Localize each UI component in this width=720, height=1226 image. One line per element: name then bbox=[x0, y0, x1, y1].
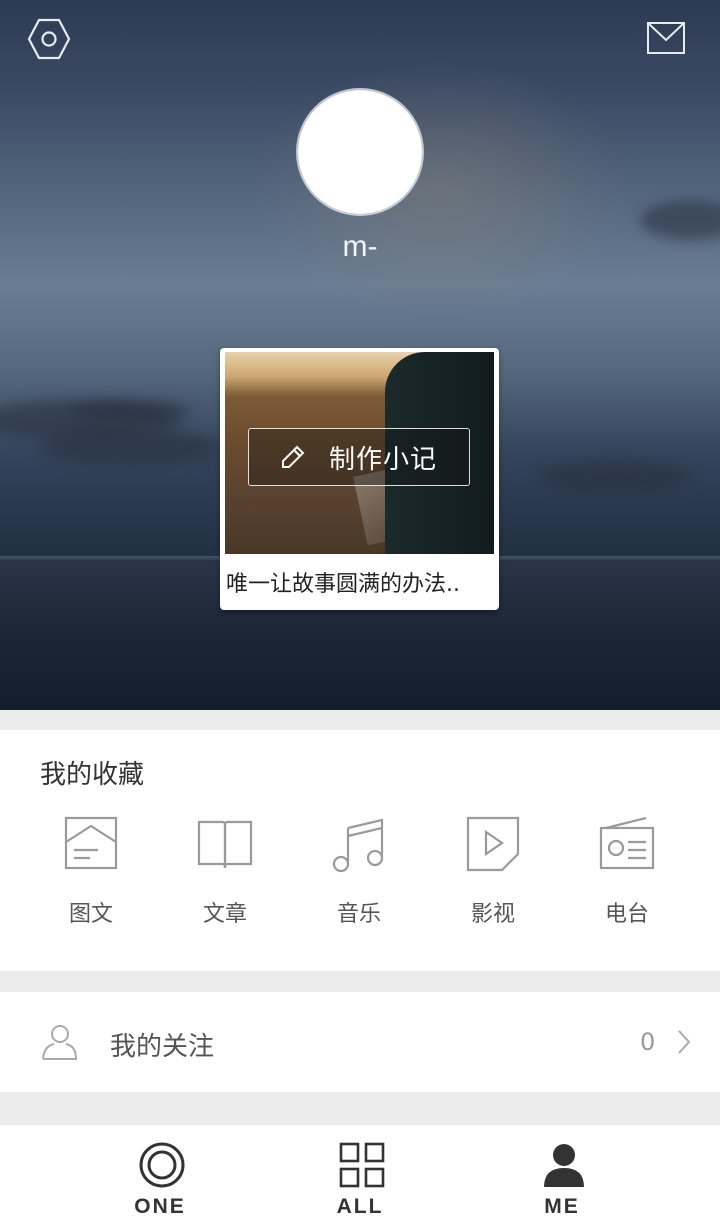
messages-button[interactable] bbox=[646, 18, 686, 58]
favorites-item-label: 图文 bbox=[68, 902, 113, 927]
music-note-icon bbox=[332, 818, 384, 873]
cloud bbox=[640, 200, 720, 240]
one-circle-icon bbox=[139, 1142, 185, 1188]
video-play-icon bbox=[466, 816, 520, 872]
avatar[interactable] bbox=[298, 90, 422, 214]
pencil-icon bbox=[282, 445, 305, 468]
make-note-button[interactable]: 制作小记 bbox=[248, 428, 470, 486]
favorites-section: 我的收藏 图文 文章 音乐 影视 电台 bbox=[0, 730, 720, 971]
person-icon bbox=[544, 1144, 584, 1187]
settings-button[interactable] bbox=[26, 16, 72, 62]
radio-icon bbox=[599, 816, 655, 870]
cloud bbox=[40, 430, 220, 464]
envelope-icon bbox=[647, 22, 685, 54]
favorites-item-radio[interactable]: 电台 bbox=[572, 814, 682, 934]
nav-tab-label: ONE bbox=[134, 1195, 186, 1218]
nav-tab-label: ALL bbox=[336, 1195, 384, 1218]
favorites-title: 我的收藏 bbox=[40, 760, 145, 790]
book-icon bbox=[197, 820, 253, 869]
favorites-item-music[interactable]: 音乐 bbox=[304, 814, 414, 934]
favorites-item-video[interactable]: 影视 bbox=[438, 814, 548, 934]
nav-tab-one[interactable]: ONE bbox=[80, 1125, 240, 1226]
nav-tab-all[interactable]: ALL bbox=[280, 1125, 440, 1226]
picture-text-icon bbox=[64, 816, 118, 870]
bottom-nav: ONE ALL ME bbox=[0, 1124, 720, 1226]
my-follows-count: 0 bbox=[640, 1028, 656, 1056]
sky-glow bbox=[250, 60, 630, 320]
grid-icon bbox=[339, 1142, 385, 1188]
username: m- bbox=[342, 230, 378, 263]
favorites-item-label: 音乐 bbox=[336, 902, 381, 927]
cloud bbox=[540, 462, 690, 492]
favorites-item-label: 电台 bbox=[604, 902, 649, 927]
my-follows-row[interactable]: 我的关注 0 bbox=[0, 992, 720, 1092]
note-caption: 唯一让故事圆满的办法.. bbox=[226, 572, 460, 597]
nav-tab-me[interactable]: ME bbox=[482, 1125, 642, 1226]
favorites-item-article[interactable]: 文章 bbox=[170, 814, 280, 934]
cloud bbox=[70, 400, 190, 422]
favorites-item-picture-text[interactable]: 图文 bbox=[36, 814, 146, 934]
favorites-item-label: 影视 bbox=[470, 902, 515, 927]
hexagon-gear-icon bbox=[27, 18, 71, 60]
nav-tab-label: ME bbox=[544, 1195, 580, 1218]
favorites-item-label: 文章 bbox=[202, 902, 247, 927]
my-follows-label: 我的关注 bbox=[110, 1032, 215, 1062]
chevron-right-icon bbox=[678, 1030, 691, 1054]
make-note-label: 制作小记 bbox=[329, 444, 438, 475]
user-outline-icon bbox=[42, 1025, 78, 1060]
